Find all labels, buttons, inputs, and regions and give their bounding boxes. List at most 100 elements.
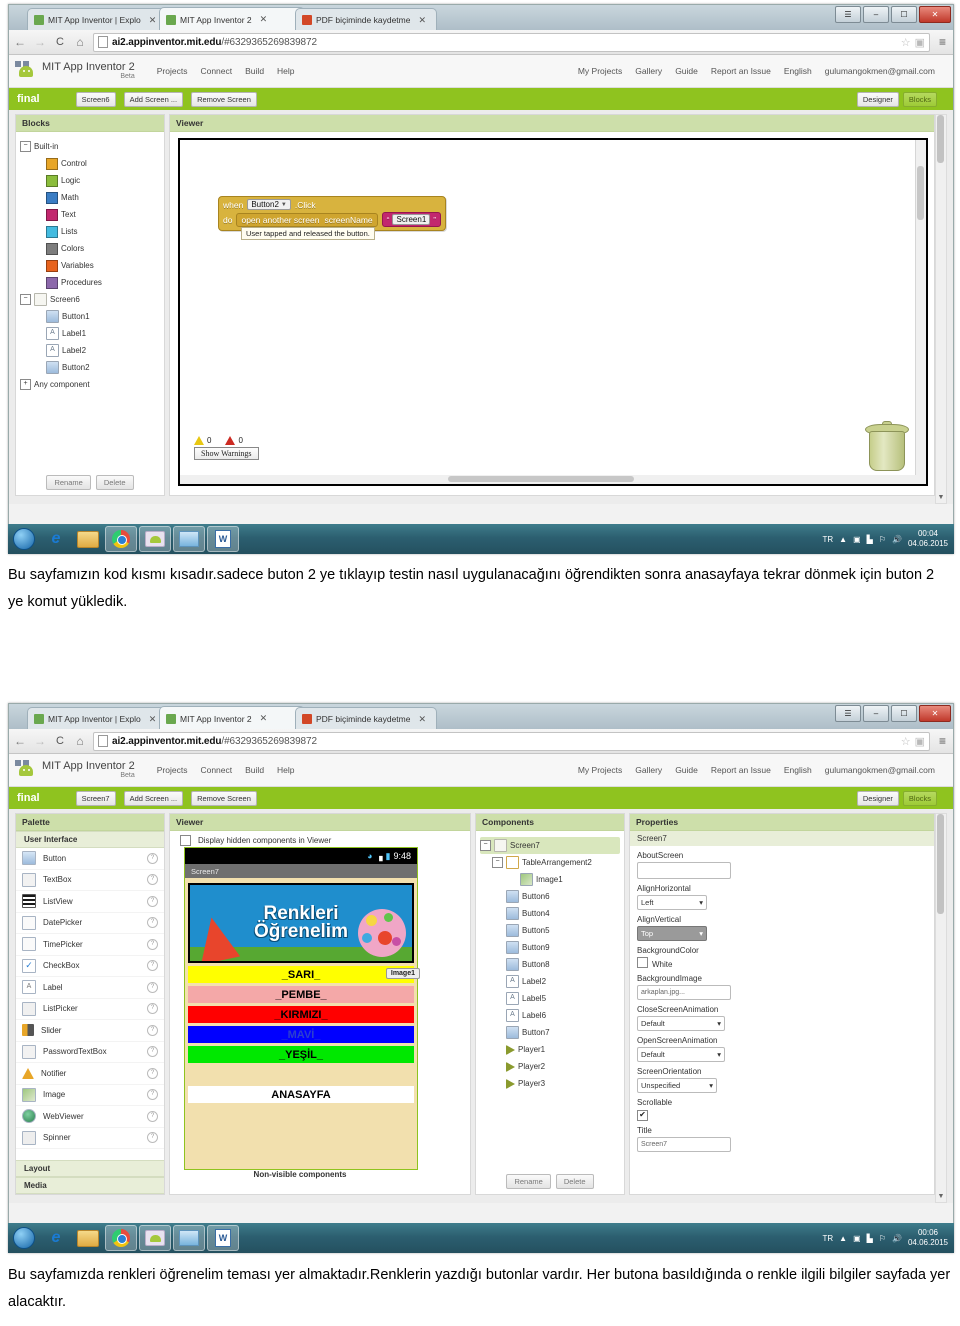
nav-connect[interactable]: Connect (200, 66, 232, 76)
nav-guide[interactable]: Guide (675, 765, 698, 775)
browser-menu-icon[interactable]: ≡ (936, 734, 949, 748)
checkbox-icon[interactable] (180, 835, 191, 846)
component-node-button9[interactable]: Button9 (480, 939, 620, 956)
designer-toggle-button[interactable]: Designer (856, 790, 899, 806)
close-icon[interactable]: ✕ (149, 714, 157, 725)
component-node-button4[interactable]: Button4 (480, 905, 620, 922)
palette-item-textbox[interactable]: TextBox? (16, 870, 164, 891)
tree-node-button1[interactable]: Button1 (20, 308, 160, 325)
browser-tab-2[interactable]: MIT App Inventor 2 ✕ (159, 706, 305, 729)
nav-build[interactable]: Build (245, 765, 264, 775)
maximize-button[interactable]: ☐ (891, 705, 917, 722)
tree-node-lists[interactable]: Lists (20, 223, 160, 240)
palette-item-slider[interactable]: Slider? (16, 1020, 164, 1042)
tree-node-label1[interactable]: A Label1 (20, 325, 160, 342)
help-icon[interactable]: ? (147, 874, 158, 886)
extension-icon[interactable]: ▣ (915, 36, 925, 49)
prop-select-closescreenanimation[interactable]: Default ▾ (637, 1016, 725, 1031)
scroll-down-arrow-icon[interactable]: ▼ (937, 494, 945, 501)
app-inventor-emulator-icon[interactable] (139, 526, 171, 552)
trash-can-icon[interactable] (864, 421, 909, 471)
add-screen-button[interactable]: Add Screen ... (123, 790, 184, 806)
nav-projects[interactable]: Projects (157, 765, 188, 775)
start-button-icon[interactable] (9, 527, 39, 551)
maximize-button[interactable]: ☐ (891, 6, 917, 23)
show-hidden-icons-icon[interactable]: ▲ (839, 1234, 847, 1243)
prop-input-backgroundimage[interactable]: arkaplan.jpg... (637, 985, 731, 1000)
expand-icon[interactable]: + (20, 379, 31, 390)
minimize-button[interactable]: – (863, 705, 889, 722)
clock[interactable]: 00:06 04.06.2015 (908, 1228, 948, 1248)
tree-node-any-component[interactable]: + Any component (20, 376, 160, 393)
nav-projects[interactable]: Projects (157, 66, 188, 76)
help-icon[interactable]: ? (147, 1089, 158, 1101)
nav-help[interactable]: Help (277, 765, 294, 775)
browser-tab-3[interactable]: PDF biçiminde kaydetme ✕ (295, 707, 437, 729)
help-icon[interactable]: ? (147, 1110, 158, 1122)
tree-node-control[interactable]: Control (20, 155, 160, 172)
palette-section-layout[interactable]: Layout (16, 1160, 164, 1177)
help-icon[interactable]: ? (147, 1046, 158, 1058)
prop-select-screenorientation[interactable]: Unspecified ▾ (637, 1078, 717, 1093)
component-node-button8[interactable]: Button8 (480, 956, 620, 973)
forward-icon[interactable]: → (33, 734, 47, 748)
browser-tab-1[interactable]: MIT App Inventor | Explo ✕ (27, 8, 169, 30)
palette-item-listpicker[interactable]: ListPicker? (16, 999, 164, 1020)
screen-selector-button[interactable]: Screen6 (75, 91, 116, 107)
close-window-button[interactable]: ✕ (919, 6, 951, 23)
help-icon[interactable]: ? (147, 1024, 158, 1036)
add-screen-button[interactable]: Add Screen ... (123, 91, 184, 107)
palette-item-image[interactable]: Image? (16, 1085, 164, 1106)
help-icon[interactable]: ? (147, 960, 158, 972)
help-icon[interactable]: ? (147, 917, 158, 929)
blocks-canvas[interactable]: when Button2 ▼ .Click do open another sc… (178, 138, 928, 486)
reload-icon[interactable]: C (53, 36, 67, 48)
start-button-icon[interactable] (9, 1226, 39, 1250)
help-icon[interactable]: ? (147, 852, 158, 864)
word-document-icon[interactable]: W (207, 1225, 239, 1251)
palette-item-passwordtextbox[interactable]: PasswordTextBox? (16, 1042, 164, 1063)
canvas-horizontal-scrollbar[interactable] (180, 475, 926, 484)
phone-button-anasayfa[interactable]: ANASAYFA (188, 1086, 414, 1103)
palette-item-button[interactable]: Button? (16, 848, 164, 870)
page-vertical-scrollbar[interactable]: ▼ (935, 114, 947, 504)
help-icon[interactable]: ? (147, 1067, 158, 1079)
page-vertical-scrollbar[interactable]: ▼ (935, 813, 947, 1203)
component-node-screen7[interactable]: − Screen7 (480, 837, 620, 854)
language-indicator[interactable]: TR (823, 1234, 834, 1243)
component-node-label2[interactable]: A Label2 (480, 973, 620, 990)
phone-button-yesil[interactable]: _YEŞİL_ (188, 1046, 414, 1063)
prop-select-alignhorizontal[interactable]: Left ▾ (637, 895, 707, 910)
component-node-label6[interactable]: A Label6 (480, 1007, 620, 1024)
browser-tab-2[interactable]: MIT App Inventor 2 ✕ (159, 7, 305, 30)
internet-explorer-icon[interactable]: e (41, 1226, 71, 1250)
component-node-image1[interactable]: Image1 (480, 871, 620, 888)
prop-value-backgroundcolor[interactable]: White (637, 957, 927, 969)
tree-node-logic[interactable]: Logic (20, 172, 160, 189)
nav-help[interactable]: Help (277, 66, 294, 76)
prop-input-title[interactable]: Screen7 (637, 1137, 731, 1152)
network-icon[interactable]: ▙ (867, 1234, 873, 1243)
back-icon[interactable]: ← (13, 35, 27, 49)
volume-icon[interactable]: 🔊 (892, 535, 902, 544)
prop-input-aboutscreen[interactable] (637, 862, 731, 879)
tree-node-colors[interactable]: Colors (20, 240, 160, 257)
nav-report-issue[interactable]: Report an Issue (711, 66, 771, 76)
component-node-player1[interactable]: Player1 (480, 1041, 620, 1058)
nav-my-projects[interactable]: My Projects (578, 66, 622, 76)
nav-my-projects[interactable]: My Projects (578, 765, 622, 775)
help-icon[interactable]: ? (147, 895, 158, 907)
bookmark-star-icon[interactable]: ☆ (901, 36, 911, 49)
component-node-tablearrangement2[interactable]: − TableArrangement2 (480, 854, 620, 871)
close-window-button[interactable]: ✕ (919, 705, 951, 722)
designer-toggle-button[interactable]: Designer (856, 91, 899, 107)
show-warnings-button[interactable]: Show Warnings (194, 447, 259, 460)
display-hidden-toggle[interactable]: Display hidden components in Viewer (180, 835, 470, 846)
network-icon[interactable]: ▙ (867, 535, 873, 544)
word-document-icon[interactable]: W (207, 526, 239, 552)
action-center-icon[interactable]: ⚐ (879, 1234, 886, 1243)
file-explorer-icon[interactable] (73, 1226, 103, 1250)
collapse-icon[interactable]: − (492, 857, 503, 868)
nav-language[interactable]: English (784, 765, 812, 775)
close-icon[interactable]: ✕ (418, 714, 426, 725)
